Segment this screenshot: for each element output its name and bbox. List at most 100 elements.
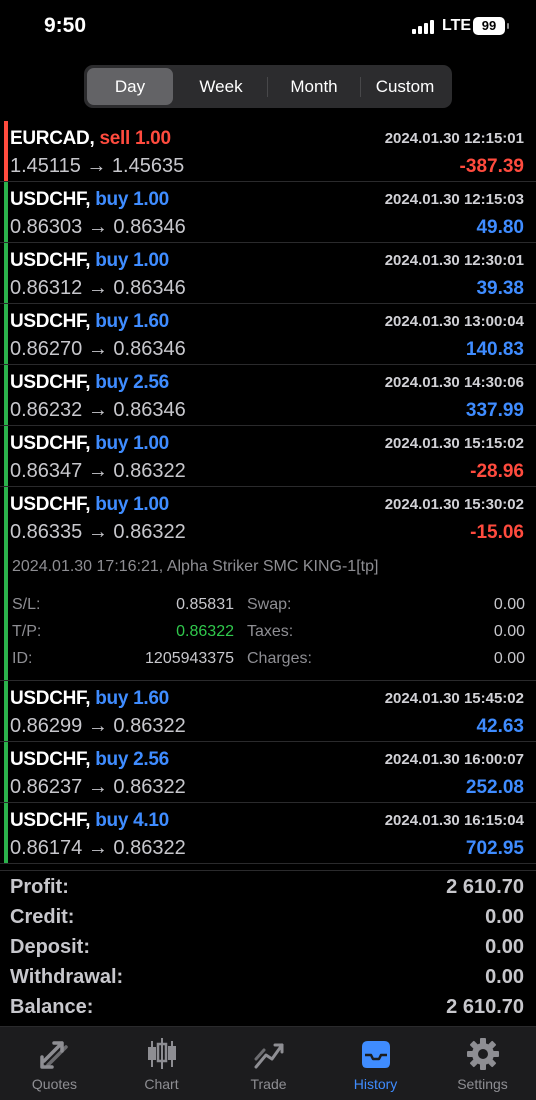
period-segmented-control: Day Week Month Custom xyxy=(84,65,452,108)
quotes-icon xyxy=(39,1041,68,1069)
deal-prices: 0.86174 → 0.86322 xyxy=(10,837,186,859)
deal-row[interactable]: USDCHF, buy 1.60 0.86299 → 0.86322 2024.… xyxy=(0,681,536,742)
summary-value: 0.00 xyxy=(485,966,524,988)
candlestick-chart-icon xyxy=(147,1038,176,1069)
sl-label: S/L: xyxy=(12,596,41,613)
deal-direction-bar xyxy=(4,182,8,242)
deal-volume: 1.00 xyxy=(133,250,169,271)
deal-time: 2024.01.30 12:30:01 xyxy=(384,252,524,269)
swap-label: Swap: xyxy=(247,596,292,613)
deal-profit: 42.63 xyxy=(476,716,524,737)
deal-row[interactable]: USDCHF, buy 1.00 0.86312 → 0.86346 2024.… xyxy=(0,243,536,304)
summary-value: 2 610.70 xyxy=(446,876,524,898)
deal-time: 2024.01.30 16:15:04 xyxy=(384,812,524,829)
deal-row[interactable]: USDCHF, buy 2.56 0.86237 → 0.86322 2024.… xyxy=(0,742,536,803)
tab-bar: Quotes Chart Trade History Settings xyxy=(0,1026,536,1100)
summary-label: Withdrawal: xyxy=(10,966,124,988)
tab-label: Quotes xyxy=(31,1076,78,1092)
signal-icon xyxy=(412,20,436,34)
network-type: LTE xyxy=(442,17,472,34)
deal-profit: 702.95 xyxy=(465,838,524,859)
segment-custom[interactable]: Custom xyxy=(361,68,449,105)
summary-credit: Credit: 0.00 xyxy=(0,906,536,936)
tab-label: Settings xyxy=(457,1076,508,1092)
deal-prices: 0.86335 → 0.86322 xyxy=(10,521,186,543)
deal-volume: 4.10 xyxy=(133,810,169,831)
tab-label: History xyxy=(353,1076,398,1092)
deal-direction-bar xyxy=(4,548,8,680)
deal-direction-bar xyxy=(4,121,8,181)
summary-value: 0.00 xyxy=(485,936,524,958)
segment-month[interactable]: Month xyxy=(268,68,360,105)
deal-row[interactable]: EURCAD, sell 1.00 1.45115 → 1.45635 2024… xyxy=(0,121,536,182)
deal-symbol: USDCHF, buy 1.00 xyxy=(10,494,169,515)
deal-time: 2024.01.30 12:15:01 xyxy=(384,130,524,147)
deal-row[interactable]: USDCHF, buy 2.56 0.86232 → 0.86346 2024.… xyxy=(0,365,536,426)
deal-prices: 0.86299 → 0.86322 xyxy=(10,715,186,737)
deal-symbol: USDCHF, buy 1.60 xyxy=(10,311,169,332)
deal-prices: 0.86347 → 0.86322 xyxy=(10,460,186,482)
deal-direction-bar xyxy=(4,426,8,486)
charges-label: Charges: xyxy=(247,650,312,667)
deal-row[interactable]: USDCHF, buy 4.10 0.86174 → 0.86322 2024.… xyxy=(0,803,536,864)
deal-side: buy xyxy=(95,189,129,210)
deal-time: 2024.01.30 15:45:02 xyxy=(384,690,524,707)
tab-history[interactable]: History xyxy=(322,1027,429,1100)
deal-row[interactable]: USDCHF, buy 1.60 0.86270 → 0.86346 2024.… xyxy=(0,304,536,365)
deal-prices: 0.86312 → 0.86346 xyxy=(10,277,186,299)
deal-time: 2024.01.30 15:15:02 xyxy=(384,435,524,452)
tab-chart[interactable]: Chart xyxy=(108,1027,215,1100)
trade-icon xyxy=(254,1043,283,1069)
tp-label: T/P: xyxy=(12,623,42,640)
deal-row[interactable]: USDCHF, buy 1.00 0.86347 → 0.86322 2024.… xyxy=(0,426,536,487)
segment-week[interactable]: Week xyxy=(175,68,267,105)
deal-profit: 39.38 xyxy=(476,278,524,299)
deal-side: buy xyxy=(95,372,129,393)
deal-direction-bar xyxy=(4,304,8,364)
tab-quotes[interactable]: Quotes xyxy=(1,1027,108,1100)
deal-prices: 0.86237 → 0.86322 xyxy=(10,776,186,798)
deal-direction-bar xyxy=(4,803,8,863)
deal-side: buy xyxy=(95,749,129,770)
tab-settings[interactable]: Settings xyxy=(429,1027,536,1100)
battery-level: 99 xyxy=(481,18,497,33)
deal-symbol: USDCHF, buy 1.00 xyxy=(10,250,169,271)
deal-time: 2024.01.30 13:00:04 xyxy=(384,313,524,330)
history-inbox-icon xyxy=(361,1041,390,1068)
tp-value: 0.86322 xyxy=(176,623,234,640)
deal-profit: -28.96 xyxy=(470,461,524,482)
deal-symbol: USDCHF, buy 4.10 xyxy=(10,810,169,831)
id-label: ID: xyxy=(12,650,33,667)
deal-symbol: USDCHF, buy 2.56 xyxy=(10,372,169,393)
deal-profit: 49.80 xyxy=(476,217,524,238)
deal-volume: 1.60 xyxy=(133,688,169,709)
deal-profit: 252.08 xyxy=(465,777,524,798)
deal-direction-bar xyxy=(4,681,8,741)
deal-volume: 1.00 xyxy=(134,128,171,149)
account-summary: Profit: 2 610.70 Credit: 0.00 Deposit: 0… xyxy=(0,870,536,1026)
id-value: 1205943375 xyxy=(145,650,234,667)
summary-value: 2 610.70 xyxy=(446,996,524,1018)
deal-profit: -387.39 xyxy=(459,156,524,177)
tab-label: Chart xyxy=(144,1076,179,1092)
deal-row-expanded[interactable]: USDCHF, buy 1.00 0.86335 → 0.86322 2024.… xyxy=(0,487,536,548)
deal-time: 2024.01.30 15:30:02 xyxy=(384,496,524,513)
deal-volume: 1.60 xyxy=(133,311,169,332)
deal-time: 2024.01.30 16:00:07 xyxy=(384,751,524,768)
deal-volume: 2.56 xyxy=(133,372,169,393)
gear-icon xyxy=(466,1038,499,1070)
summary-profit: Profit: 2 610.70 xyxy=(0,876,536,906)
tab-label: Trade xyxy=(250,1076,287,1092)
deals-list: EURCAD, sell 1.00 1.45115 → 1.45635 2024… xyxy=(0,121,536,864)
charges-value: 0.00 xyxy=(493,650,525,667)
sl-value: 0.85831 xyxy=(176,596,234,613)
deal-profit: 337.99 xyxy=(465,400,524,421)
segment-day[interactable]: Day xyxy=(87,68,173,105)
deal-row[interactable]: USDCHF, buy 1.00 0.86303 → 0.86346 2024.… xyxy=(0,182,536,243)
deal-symbol: USDCHF, buy 1.00 xyxy=(10,189,169,210)
clock: 9:50 xyxy=(44,14,87,37)
summary-label: Deposit: xyxy=(10,936,90,958)
deal-volume: 1.00 xyxy=(133,494,169,515)
deal-side: buy xyxy=(95,433,129,454)
tab-trade[interactable]: Trade xyxy=(215,1027,322,1100)
